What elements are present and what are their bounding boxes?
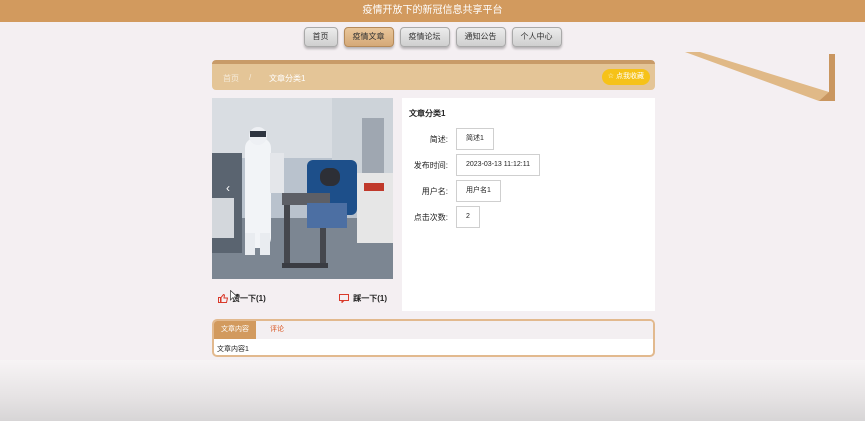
dislike-button[interactable]: 踩一下(1) xyxy=(339,293,387,304)
nav-item-notices[interactable]: 通知公告 xyxy=(455,27,506,47)
field-summary-value: 简述1 xyxy=(456,128,494,150)
breadcrumb-separator: / xyxy=(249,73,252,82)
article-title: 文章分类1 xyxy=(409,109,446,118)
field-click-count-label: 点击次数: xyxy=(413,212,448,222)
nav-item-articles[interactable]: 疫情文章 xyxy=(343,27,394,47)
article-info-panel: 文章分类1 简述: 简述1 发布时间: 2023-03-13 11:12:11 … xyxy=(402,98,655,311)
decorative-shape xyxy=(685,52,835,101)
carousel-prev-icon[interactable]: ‹ xyxy=(226,181,230,195)
breadcrumb-current: 文章分类1 xyxy=(269,74,306,83)
tab-content: 文章内容1 xyxy=(217,346,249,353)
content-tabs: 文章内容 评论 文章内容1 xyxy=(212,319,655,357)
field-publish-time: 发布时间: 2023-03-13 11:12:11 xyxy=(402,154,540,176)
field-username: 用户名: 用户名1 xyxy=(402,180,501,202)
page-footer-background xyxy=(0,360,865,421)
thumbs-up-icon xyxy=(218,294,228,303)
tab-comments[interactable]: 评论 xyxy=(256,321,298,339)
dislike-label: 踩一下(1) xyxy=(353,294,387,303)
breadcrumb-home[interactable]: 首页 xyxy=(223,73,239,84)
vote-bar: 赞一下(1) 踩一下(1) xyxy=(212,288,393,308)
breadcrumb: 首页 / 文章分类1 ☆ 点我收藏 xyxy=(212,60,655,90)
like-button[interactable]: 赞一下(1) xyxy=(218,293,266,304)
tab-article-content[interactable]: 文章内容 xyxy=(214,321,256,339)
field-click-count-value: 2 xyxy=(456,206,480,228)
tab-header: 文章内容 评论 xyxy=(214,321,653,339)
comment-icon xyxy=(339,294,350,303)
main-nav: 首页 疫情文章 疫情论坛 通知公告 个人中心 xyxy=(0,27,865,49)
field-username-value: 用户名1 xyxy=(456,180,501,202)
hospital-ward-image xyxy=(212,98,393,279)
field-publish-time-label: 发布时间: xyxy=(413,160,448,170)
site-title: 疫情开放下的新冠信息共享平台 xyxy=(362,5,503,16)
site-title-bar: 疫情开放下的新冠信息共享平台 xyxy=(0,0,865,22)
nav-item-home[interactable]: 首页 xyxy=(303,27,338,47)
article-photo: ‹ xyxy=(212,98,393,279)
mouse-cursor-icon xyxy=(230,290,238,302)
field-summary-label: 简述: xyxy=(429,134,448,144)
field-username-label: 用户名: xyxy=(421,186,448,196)
collect-button[interactable]: ☆ 点我收藏 xyxy=(601,69,650,85)
nav-item-forum[interactable]: 疫情论坛 xyxy=(399,27,450,47)
nav-item-profile[interactable]: 个人中心 xyxy=(511,27,562,47)
field-summary: 简述: 简述1 xyxy=(402,128,494,150)
field-click-count: 点击次数: 2 xyxy=(402,206,480,228)
field-publish-time-value: 2023-03-13 11:12:11 xyxy=(456,154,540,176)
